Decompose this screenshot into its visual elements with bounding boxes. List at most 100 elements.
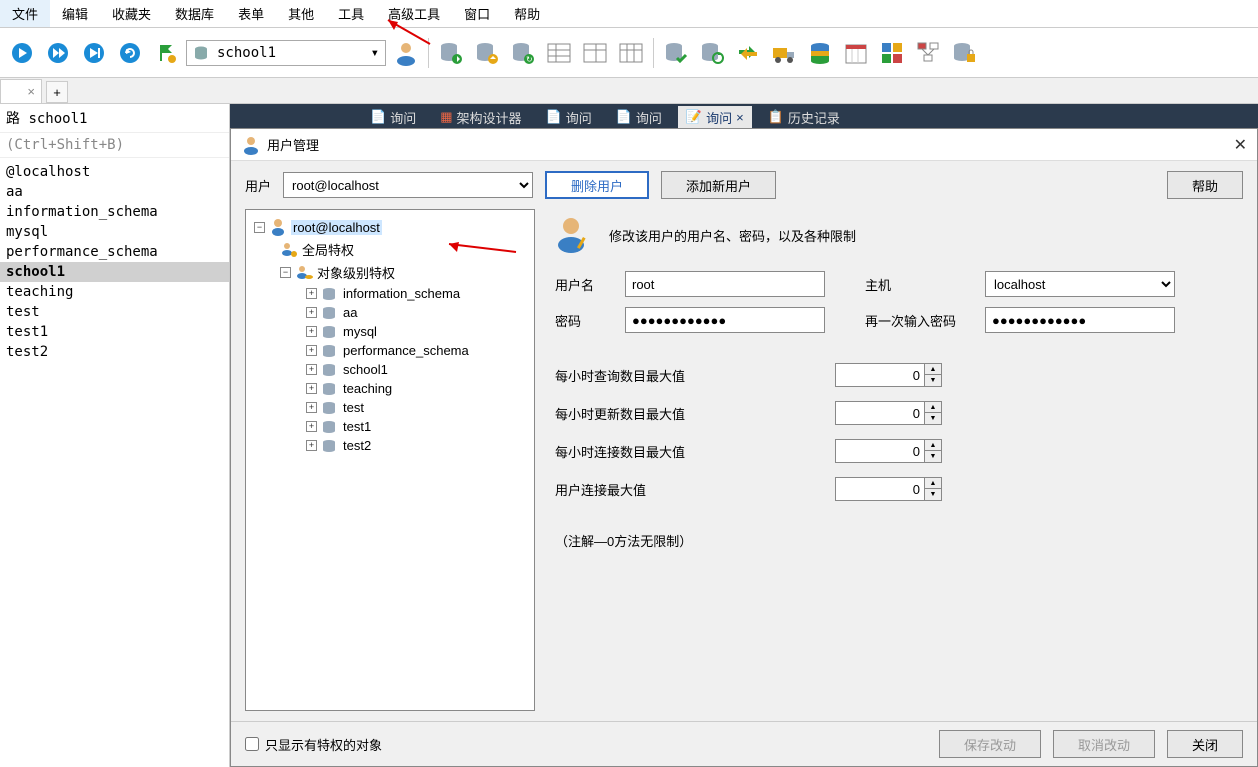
content-tab[interactable]: 📋历史记录 xyxy=(760,106,848,129)
limit-spinner[interactable]: ▲▼ xyxy=(835,439,942,463)
tree-db[interactable]: +test xyxy=(250,398,530,417)
menu-advanced[interactable]: 高级工具 xyxy=(376,0,452,27)
db-import-icon[interactable] xyxy=(471,37,503,69)
db-export-icon[interactable] xyxy=(435,37,467,69)
content-tab[interactable]: 📄询问 xyxy=(362,106,424,129)
expand-icon[interactable]: + xyxy=(306,288,317,299)
spin-up-icon[interactable]: ▲ xyxy=(925,402,941,413)
add-user-button[interactable]: 添加新用户 xyxy=(661,171,776,199)
sidebar-item[interactable]: performance_schema xyxy=(0,242,229,262)
tree-db[interactable]: +mysql xyxy=(250,322,530,341)
tab-0[interactable]: × xyxy=(0,79,42,103)
spin-up-icon[interactable]: ▲ xyxy=(925,364,941,375)
show-priv-checkbox[interactable]: 只显示有特权的对象 xyxy=(245,735,382,754)
table-icon[interactable] xyxy=(543,37,575,69)
menu-window[interactable]: 窗口 xyxy=(452,0,502,27)
menu-form[interactable]: 表单 xyxy=(226,0,276,27)
refresh-icon[interactable] xyxy=(114,37,146,69)
tree-db[interactable]: +aa xyxy=(250,303,530,322)
menu-database[interactable]: 数据库 xyxy=(163,0,226,27)
db-check-icon[interactable] xyxy=(660,37,692,69)
tree-db[interactable]: +information_schema xyxy=(250,284,530,303)
content-tab[interactable]: 📄询问 xyxy=(608,106,670,129)
db-refresh-icon[interactable] xyxy=(696,37,728,69)
spin-down-icon[interactable]: ▼ xyxy=(925,489,941,500)
spin-up-icon[interactable]: ▲ xyxy=(925,440,941,451)
help-button[interactable]: 帮助 xyxy=(1167,171,1243,199)
expand-icon[interactable]: + xyxy=(306,326,317,337)
sidebar-filter[interactable]: (Ctrl+Shift+B) xyxy=(0,133,229,158)
transfer-icon[interactable] xyxy=(732,37,764,69)
database-selector[interactable]: school1 ▾ xyxy=(186,40,386,66)
content-tab[interactable]: 📄询问 xyxy=(538,106,600,129)
close-icon[interactable]: ✕ xyxy=(1234,135,1247,155)
spin-down-icon[interactable]: ▼ xyxy=(925,375,941,386)
table3-icon[interactable] xyxy=(615,37,647,69)
delete-user-button[interactable]: 删除用户 xyxy=(545,171,649,199)
tree-db[interactable]: +test1 xyxy=(250,417,530,436)
table2-icon[interactable] xyxy=(579,37,611,69)
expand-icon[interactable]: + xyxy=(306,440,317,451)
limit-input[interactable] xyxy=(835,401,925,425)
user-icon[interactable] xyxy=(390,37,422,69)
confirm-input[interactable] xyxy=(985,307,1175,333)
close-icon[interactable]: × xyxy=(27,84,35,99)
limit-input[interactable] xyxy=(835,477,925,501)
limit-spinner[interactable]: ▲▼ xyxy=(835,477,942,501)
spin-down-icon[interactable]: ▼ xyxy=(925,413,941,424)
db-lock-icon[interactable] xyxy=(948,37,980,69)
menu-file[interactable]: 文件 xyxy=(0,0,50,27)
limit-input[interactable] xyxy=(835,363,925,387)
limit-spinner[interactable]: ▲▼ xyxy=(835,363,942,387)
tree-db[interactable]: +school1 xyxy=(250,360,530,379)
menu-tools[interactable]: 工具 xyxy=(326,0,376,27)
play-all-icon[interactable] xyxy=(42,37,74,69)
content-tab[interactable]: ▦架构设计器 xyxy=(432,106,529,129)
sidebar-item[interactable]: @localhost xyxy=(0,162,229,182)
menu-other[interactable]: 其他 xyxy=(276,0,326,27)
sidebar-item[interactable]: teaching xyxy=(0,282,229,302)
tree-db[interactable]: +teaching xyxy=(250,379,530,398)
limit-spinner[interactable]: ▲▼ xyxy=(835,401,942,425)
grid-icon[interactable] xyxy=(876,37,908,69)
privilege-tree[interactable]: − root@localhost 全局特权 − xyxy=(245,209,535,711)
diagram-icon[interactable] xyxy=(912,37,944,69)
spin-up-icon[interactable]: ▲ xyxy=(925,478,941,489)
new-tab-button[interactable]: + xyxy=(46,81,68,103)
content-tab-active[interactable]: 📝询问× xyxy=(678,106,752,129)
play-step-icon[interactable] xyxy=(78,37,110,69)
sidebar-item[interactable]: test2 xyxy=(0,342,229,362)
close-button[interactable]: 关闭 xyxy=(1167,730,1243,758)
tree-object-priv[interactable]: − 对象级别特权 xyxy=(250,261,530,284)
sidebar-item-selected[interactable]: school1 xyxy=(0,262,229,282)
password-input[interactable] xyxy=(625,307,825,333)
truck-icon[interactable] xyxy=(768,37,800,69)
menu-edit[interactable]: 编辑 xyxy=(50,0,100,27)
expand-icon[interactable]: + xyxy=(306,364,317,375)
username-input[interactable] xyxy=(625,271,825,297)
play-icon[interactable] xyxy=(6,37,38,69)
db-sync-icon[interactable]: ↻ xyxy=(507,37,539,69)
limit-input[interactable] xyxy=(835,439,925,463)
sidebar-item[interactable]: information_schema xyxy=(0,202,229,222)
tree-db[interactable]: +performance_schema xyxy=(250,341,530,360)
tree-globals[interactable]: 全局特权 xyxy=(250,238,530,261)
expand-icon[interactable]: + xyxy=(306,421,317,432)
spin-down-icon[interactable]: ▼ xyxy=(925,451,941,462)
sidebar-item[interactable]: test1 xyxy=(0,322,229,342)
flag-icon[interactable] xyxy=(150,37,182,69)
sidebar-item[interactable]: mysql xyxy=(0,222,229,242)
db-color-icon[interactable] xyxy=(804,37,836,69)
expand-icon[interactable]: + xyxy=(306,345,317,356)
sidebar-item[interactable]: aa xyxy=(0,182,229,202)
tree-db[interactable]: +test2 xyxy=(250,436,530,455)
expand-icon[interactable]: + xyxy=(306,383,317,394)
menu-help[interactable]: 帮助 xyxy=(502,0,552,27)
tree-root[interactable]: − root@localhost xyxy=(250,216,530,238)
calendar-icon[interactable] xyxy=(840,37,872,69)
collapse-icon[interactable]: − xyxy=(280,267,291,278)
expand-icon[interactable]: + xyxy=(306,307,317,318)
collapse-icon[interactable]: − xyxy=(254,222,265,233)
sidebar-item[interactable]: test xyxy=(0,302,229,322)
user-select[interactable]: root@localhost xyxy=(283,172,533,198)
